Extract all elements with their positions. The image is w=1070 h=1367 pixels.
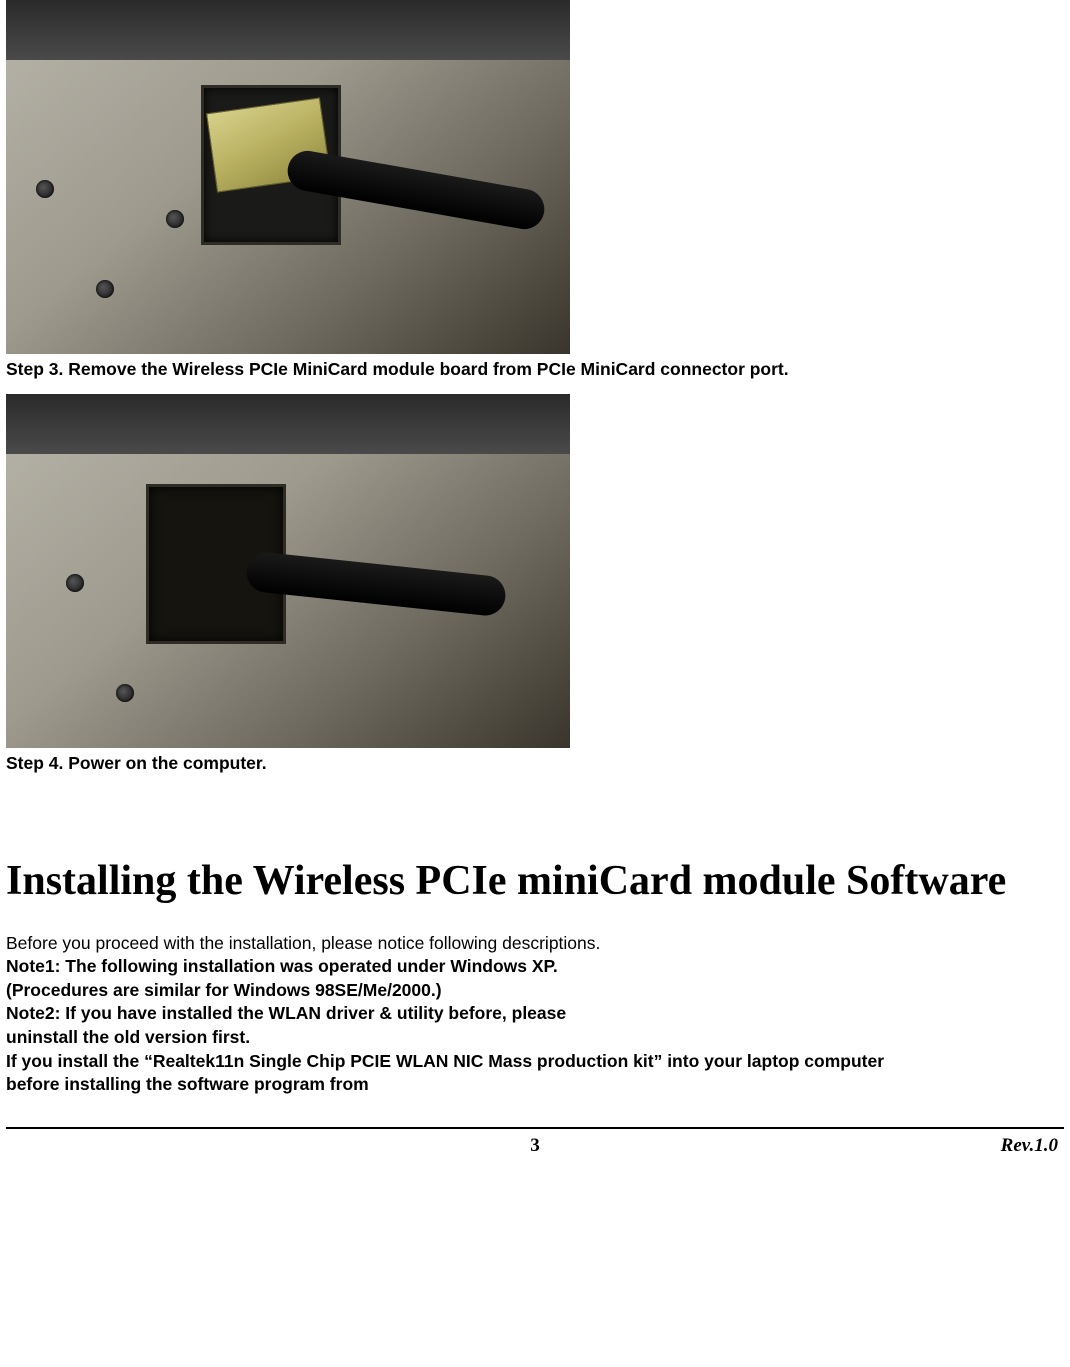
vertical-spacer	[6, 787, 1064, 857]
continuation-line2: before installing the software program f…	[6, 1073, 1064, 1097]
screw-icon	[166, 210, 184, 228]
figure-step3-photo	[6, 0, 570, 354]
photo-dark-strip	[6, 0, 570, 60]
note1-line2: (Procedures are similar for Windows 98SE…	[6, 979, 1064, 1003]
screw-icon	[36, 180, 54, 198]
continuation-line1: If you install the “Realtek11n Single Ch…	[6, 1050, 1064, 1074]
note1-line1: Note1: The following installation was op…	[6, 955, 1064, 979]
page-number: 3	[530, 1135, 540, 1157]
footer-divider	[6, 1127, 1064, 1129]
screw-icon	[66, 574, 84, 592]
intro-line: Before you proceed with the installation…	[6, 932, 1064, 956]
screw-icon	[116, 684, 134, 702]
note2-line1: Note2: If you have installed the WLAN dr…	[6, 1002, 1064, 1026]
figure-step4-photo	[6, 394, 570, 748]
screw-icon	[96, 280, 114, 298]
step3-caption: Step 3. Remove the Wireless PCIe MiniCar…	[6, 358, 1064, 382]
document-page: Step 3. Remove the Wireless PCIe MiniCar…	[0, 0, 1070, 1175]
body-text-block: Before you proceed with the installation…	[6, 932, 1064, 1097]
page-footer: 3 Rev.1.0	[6, 1135, 1064, 1175]
note2-line2: uninstall the old version first.	[6, 1026, 1064, 1050]
section-title: Installing the Wireless PCIe miniCard mo…	[6, 857, 1064, 905]
revision-label: Rev.1.0	[978, 1135, 1058, 1157]
step4-caption: Step 4. Power on the computer.	[6, 752, 1064, 776]
photo-dark-strip	[6, 394, 570, 454]
